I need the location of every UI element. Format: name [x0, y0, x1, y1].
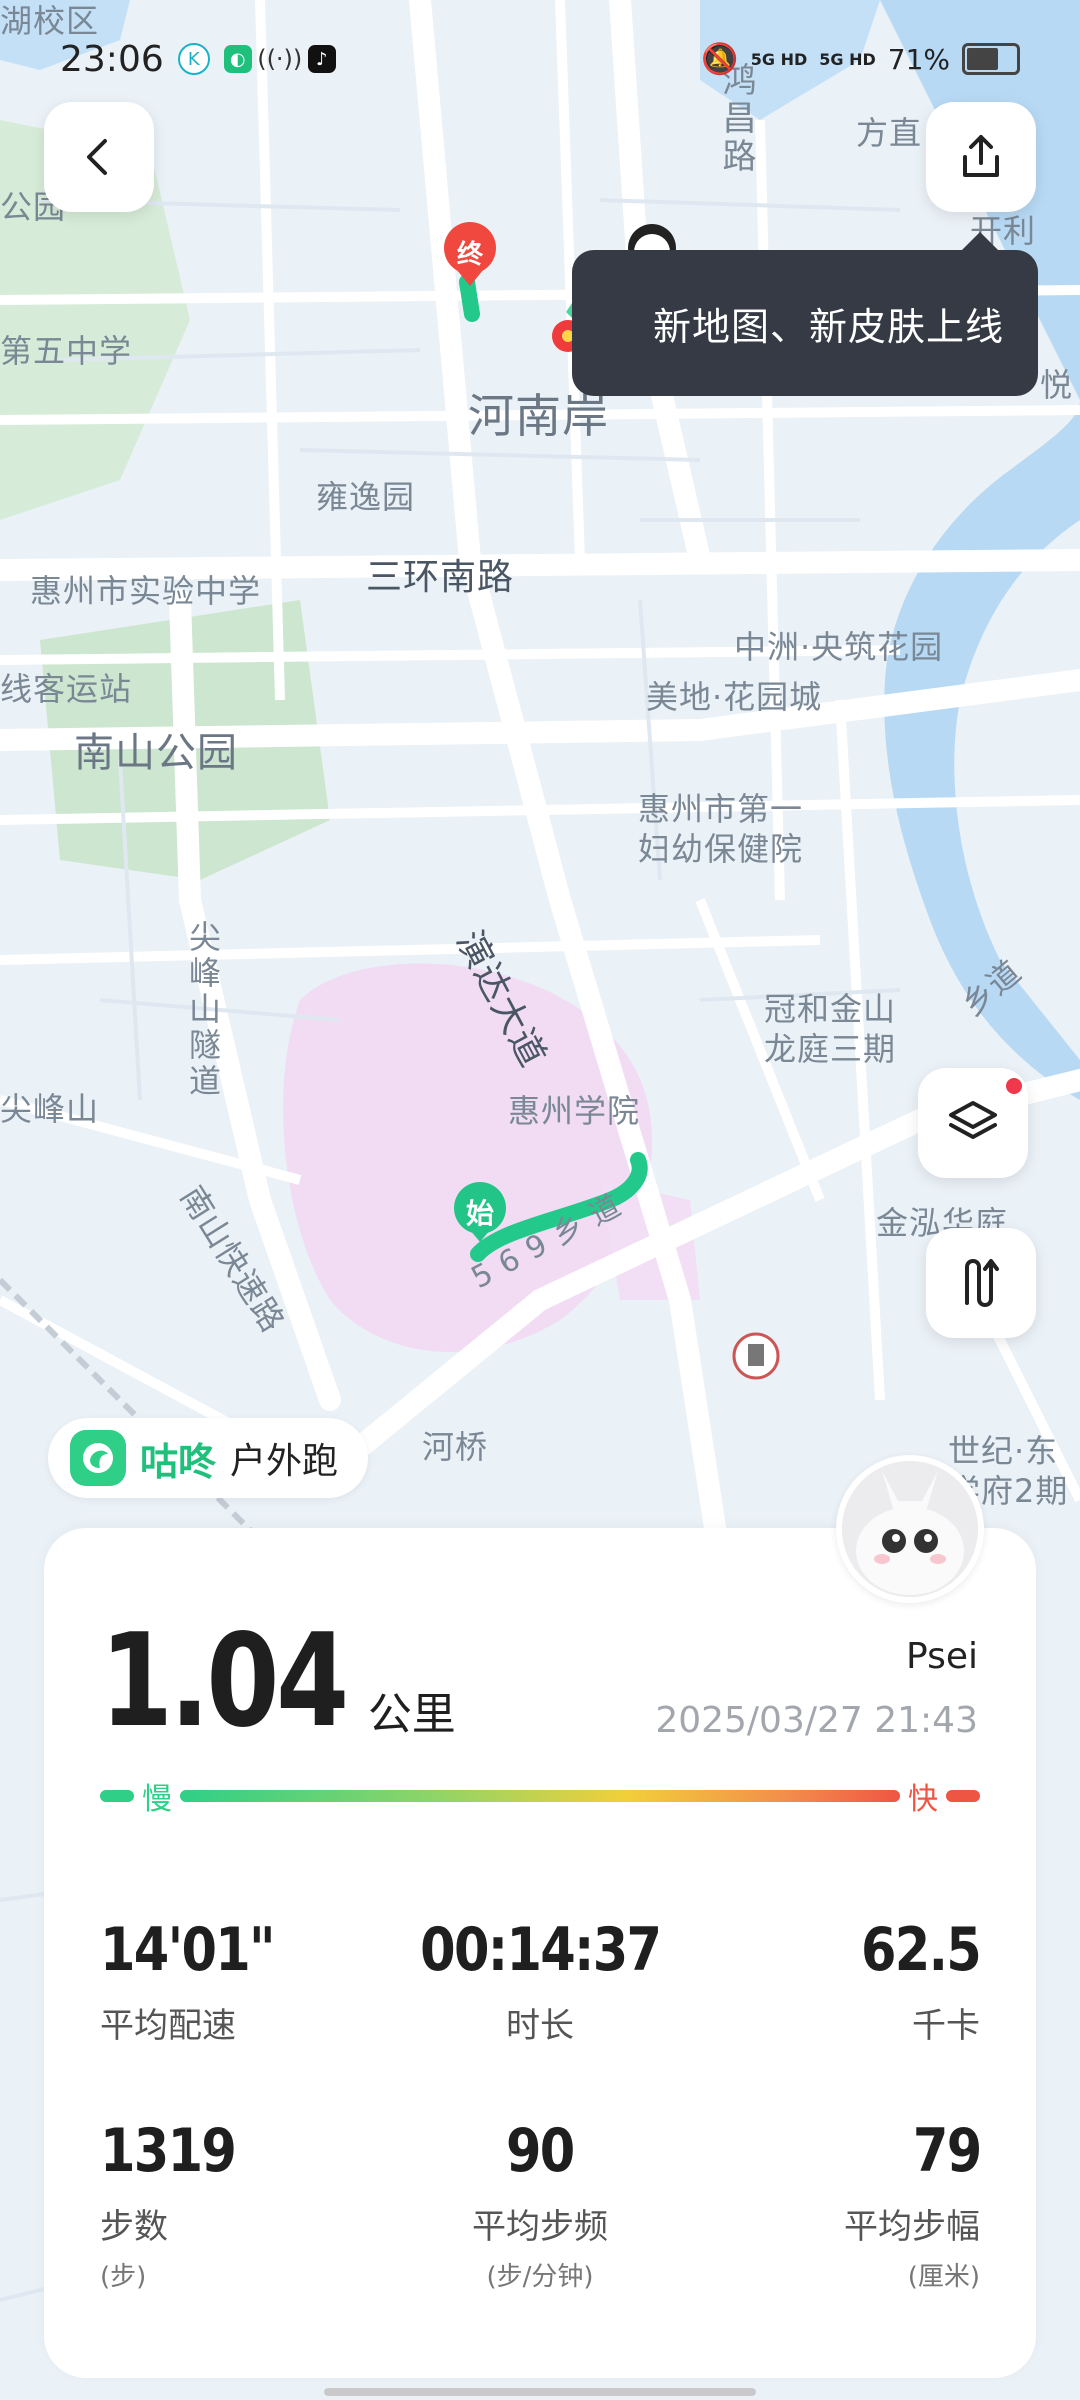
- user-name: Psei: [906, 1636, 978, 1677]
- back-button[interactable]: [44, 102, 154, 212]
- tiktok-icon: ♪: [307, 45, 336, 73]
- map-label: 雍逸园: [316, 478, 416, 516]
- stat-steps: 1319 步数 (步): [100, 2121, 390, 2293]
- pace-fast-label: 快: [908, 1782, 938, 1817]
- end-marker-label: 终: [456, 240, 483, 270]
- avatar-image: [842, 1461, 978, 1597]
- battery-percent: 71%: [887, 42, 950, 76]
- map-label: 南山公园: [74, 730, 238, 776]
- stat-label: 平均配速: [100, 2006, 236, 2046]
- stat-stride: 79 平均步幅 (厘米): [690, 2116, 982, 2293]
- activity-type: 户外跑: [230, 1441, 339, 1482]
- map-label: 尖峰山: [0, 1090, 100, 1128]
- map-layers-button[interactable]: [918, 1068, 1028, 1178]
- codoon-app-icon: ◐: [223, 45, 252, 73]
- map-label: 美地·花园城: [646, 678, 823, 716]
- pace-gradient-bar: [180, 1790, 900, 1802]
- app-brand: 咕咚 户外跑: [48, 1418, 369, 1498]
- status-time: 23:06: [60, 38, 164, 80]
- pace-slow-label: 慢: [142, 1782, 172, 1817]
- stat-unit: (步/分钟): [486, 2262, 594, 2292]
- map-label: 惠州学院: [508, 1092, 641, 1130]
- share-icon: [963, 135, 999, 177]
- stat-cadence: 90 平均步频 (步/分钟): [395, 2121, 685, 2293]
- route-end-segment: [459, 274, 480, 322]
- map-label: 第五中学: [0, 332, 133, 370]
- map-label: 线客运站: [0, 670, 133, 708]
- stat-value: 79: [912, 2116, 981, 2186]
- stat-value: 14'01": [100, 1915, 276, 1985]
- chevron-left-icon: [87, 139, 107, 175]
- pace-legend: 慢 快: [100, 1776, 980, 1817]
- brand-name: 咕咚: [140, 1439, 217, 1484]
- stat-duration: 00:14:37 时长: [395, 1920, 685, 2047]
- stat-calories: 62.5 千卡: [690, 1915, 982, 2047]
- stat-label: 平均步频: [472, 2207, 608, 2247]
- map-label: 龙庭三期: [764, 1030, 897, 1068]
- start-marker-label: 始: [465, 1197, 494, 1230]
- stat-value: 90: [506, 2116, 575, 2186]
- map-label: 三环南路: [366, 557, 515, 598]
- route-toggle-button[interactable]: [926, 1228, 1036, 1338]
- map-label: 河桥: [422, 1428, 489, 1466]
- stat-value: 1319: [100, 2116, 237, 2186]
- stats-grid: 14'01" 平均配速 00:14:37 时长 62.5 千卡 1319 步数 …: [100, 1915, 982, 2367]
- map-label: 惠州市实验中学: [30, 572, 262, 610]
- pace-slow-dot: [100, 1790, 134, 1802]
- route-toggle-icon: [965, 1259, 999, 1307]
- stat-unit: (步): [100, 2262, 147, 2292]
- status-bar: 23:06 K ◐ ((·)) ♪ 🔕 5G HD 5G HD 71%: [60, 36, 1020, 82]
- run-summary-card: 1.04 公里 Psei 2025/03/27 21:43 慢 快 14'01"…: [44, 1528, 1036, 2378]
- tooltip-text: 新地图、新皮肤上线: [652, 304, 1004, 349]
- notification-dot: [1006, 1078, 1022, 1094]
- map-label: 悦: [1040, 366, 1074, 404]
- hotspot-icon: ((·)): [257, 45, 303, 73]
- distance-unit: 公里: [367, 1689, 456, 1740]
- stat-label: 平均步幅: [844, 2207, 980, 2247]
- stat-value: 62.5: [860, 1915, 982, 1985]
- avatar[interactable]: [836, 1455, 984, 1603]
- share-button[interactable]: [926, 102, 1036, 212]
- signal-2-label: 5G HD: [819, 49, 876, 69]
- poi-icon: [732, 1332, 780, 1380]
- new-map-tooltip[interactable]: 新地图、新皮肤上线: [572, 232, 1038, 396]
- codoon-logo-icon: [70, 1430, 126, 1486]
- stat-label: 时长: [506, 2006, 574, 2046]
- stat-value: 00:14:37: [419, 1915, 662, 1985]
- stat-avg-pace: 14'01" 平均配速: [100, 1920, 390, 2047]
- layers-icon: [949, 1101, 997, 1139]
- mute-icon: 🔕: [701, 41, 739, 77]
- stat-unit: (厘米): [907, 2262, 980, 2292]
- distance-block: 1.04 公里: [100, 1618, 456, 1746]
- run-datetime: 2025/03/27 21:43: [655, 1700, 978, 1741]
- signal-1-label: 5G HD: [750, 49, 808, 69]
- distance-value: 1.04: [100, 1607, 349, 1756]
- stat-label: 千卡: [912, 2006, 980, 2046]
- map-label: 尖峰山隧道: [184, 920, 222, 1100]
- pace-fast-dot: [946, 1790, 980, 1802]
- map-label: 中洲·央筑花园: [734, 628, 944, 666]
- map-label: 方直: [856, 114, 923, 152]
- stat-label: 步数: [100, 2207, 168, 2247]
- k-app-icon: K: [177, 43, 210, 75]
- home-indicator[interactable]: [324, 2388, 756, 2396]
- map-label: 妇幼保健院: [638, 830, 804, 868]
- battery-icon: [962, 43, 1020, 75]
